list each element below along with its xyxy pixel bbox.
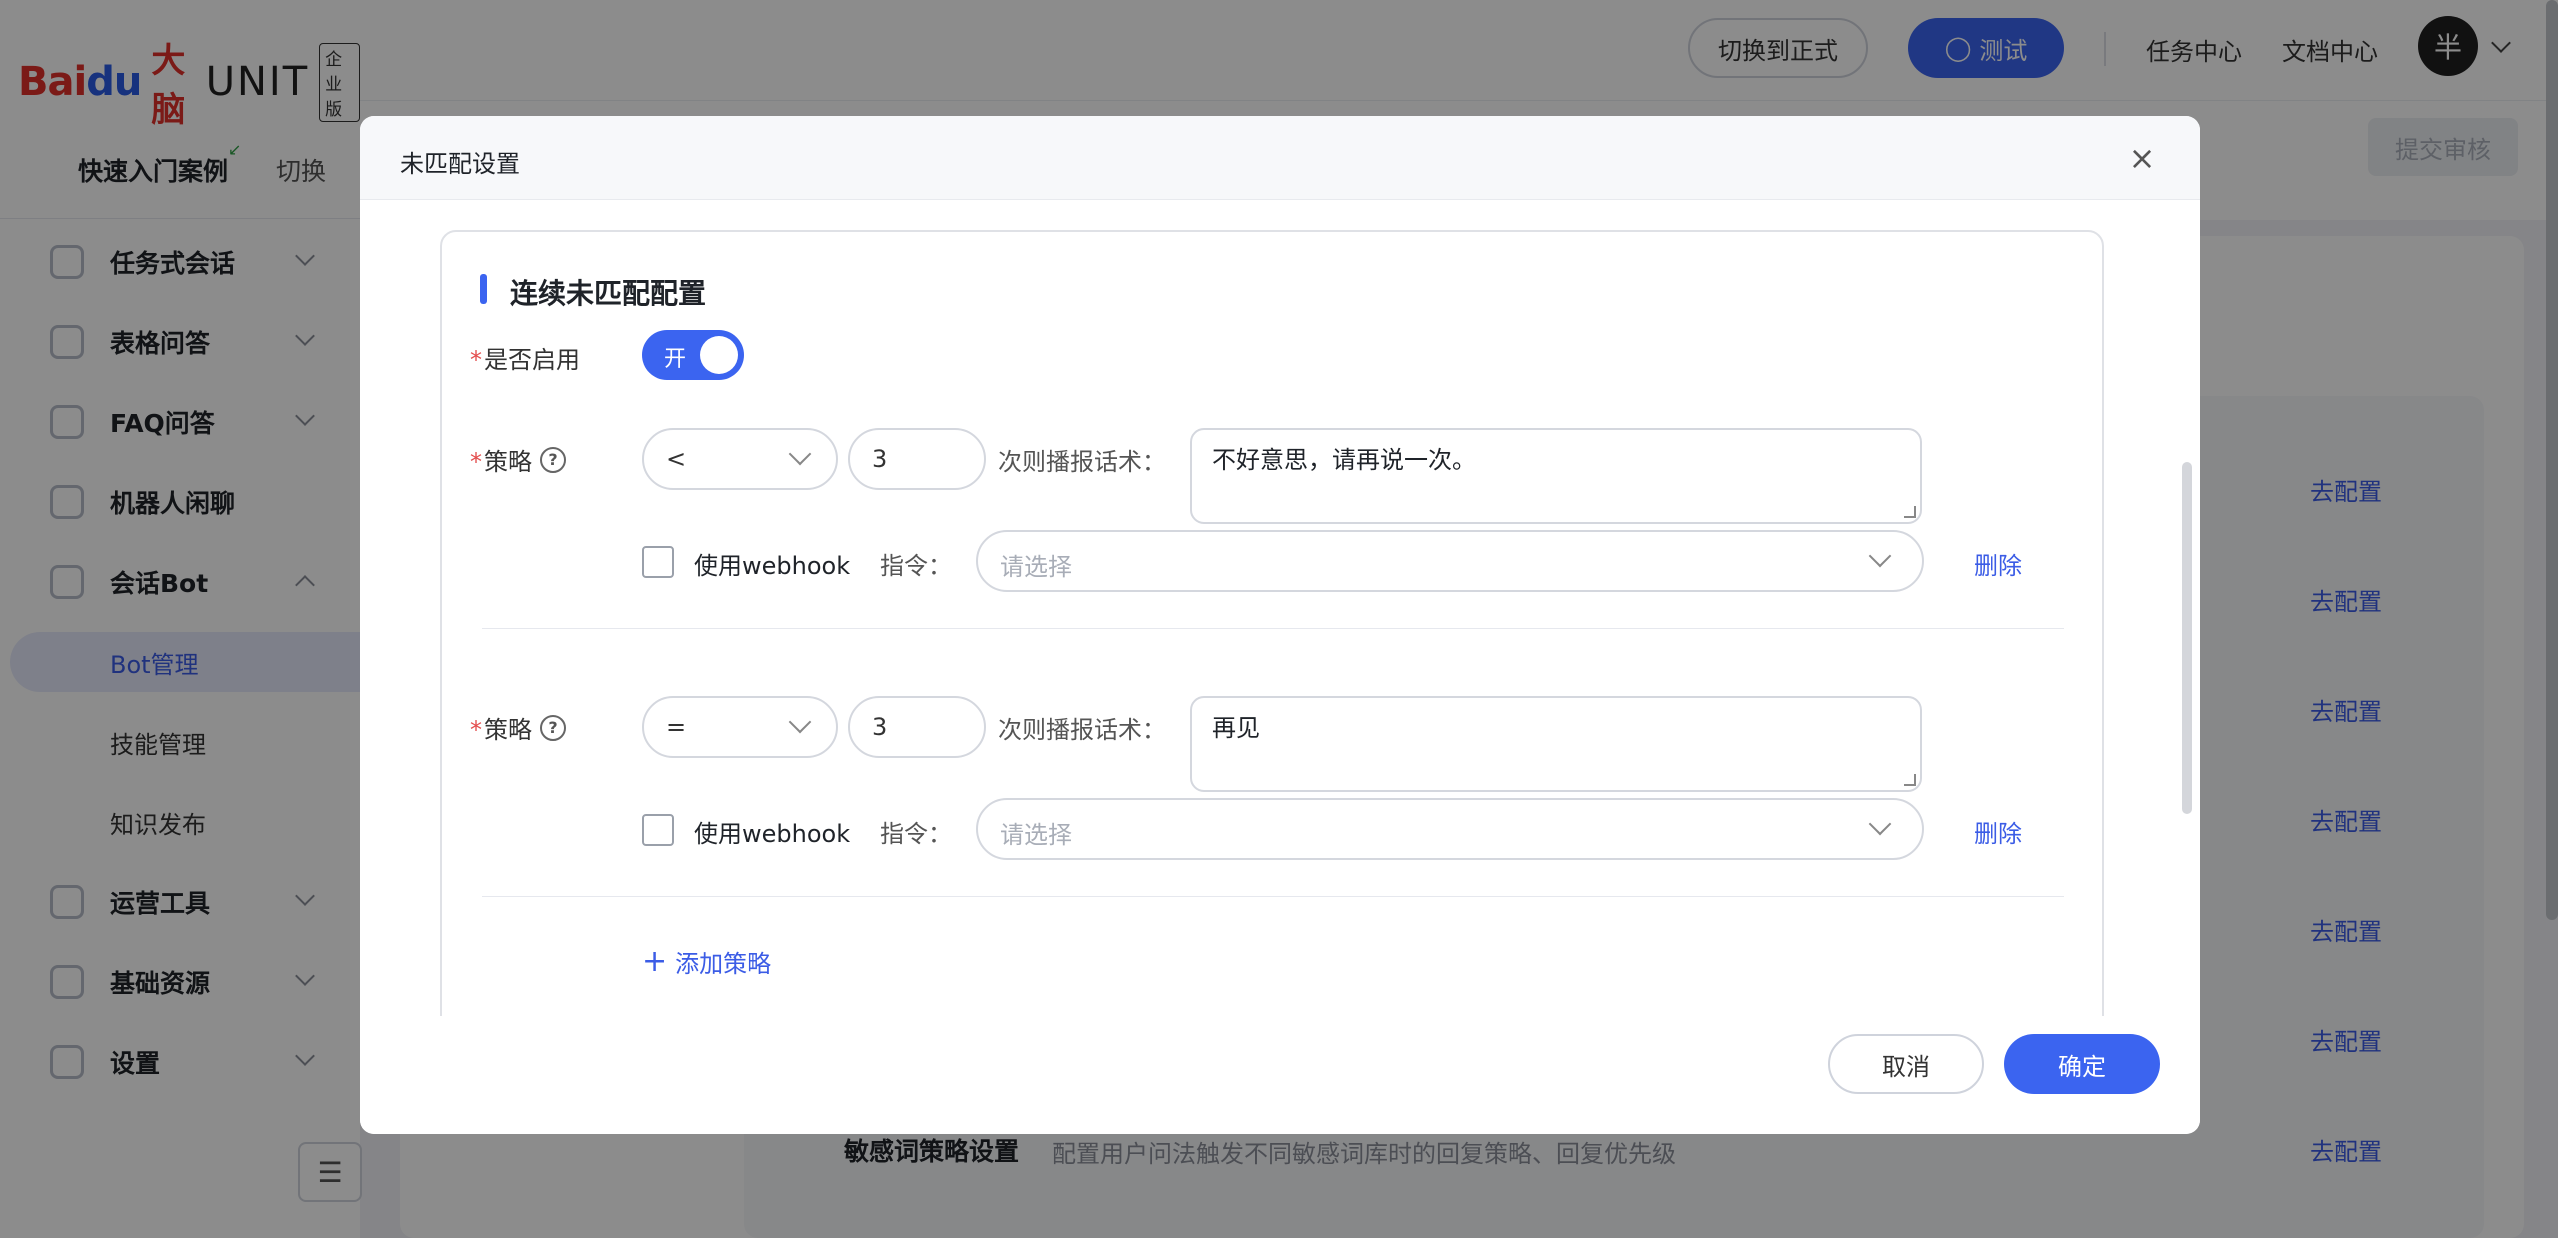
count-input[interactable]: 3 bbox=[848, 428, 986, 490]
webhook-label[interactable]: 使用webhook bbox=[694, 546, 850, 581]
resize-handle-icon[interactable] bbox=[1904, 774, 1916, 786]
speech-label: 次则播报话术： bbox=[998, 448, 1166, 476]
chevron-down-icon bbox=[1868, 544, 1892, 568]
confirm-button[interactable]: 确定 bbox=[2004, 1034, 2160, 1094]
modal-title: 未匹配设置 bbox=[400, 150, 520, 178]
add-strategy-button[interactable]: + 添加策略 bbox=[642, 944, 771, 979]
strategy-divider bbox=[482, 896, 2064, 897]
modal-footer: 取消 确定 bbox=[360, 1016, 2200, 1134]
webhook-label[interactable]: 使用webhook bbox=[694, 814, 850, 849]
help-icon[interactable]: ? bbox=[540, 446, 566, 473]
help-icon[interactable]: ? bbox=[540, 714, 566, 741]
speech-textarea[interactable]: 不好意思，请再说一次。 bbox=[1190, 428, 1922, 524]
speech-label: 次则播报话术： bbox=[998, 716, 1166, 744]
webhook-checkbox[interactable] bbox=[642, 814, 674, 846]
webhook-checkbox[interactable] bbox=[642, 546, 674, 578]
switch-knob bbox=[700, 336, 738, 374]
chevron-down-icon bbox=[788, 442, 812, 466]
enable-label: *是否启用 bbox=[470, 346, 580, 374]
operator-select[interactable]: = bbox=[642, 696, 838, 758]
operator-select[interactable]: < bbox=[642, 428, 838, 490]
section-title: 连续未匹配配置 bbox=[510, 277, 707, 310]
plus-icon: + bbox=[642, 943, 668, 979]
strategy-label: *策略 ? bbox=[470, 710, 566, 745]
cancel-button[interactable]: 取消 bbox=[1828, 1034, 1984, 1094]
resize-handle-icon[interactable] bbox=[1904, 506, 1916, 518]
modal-body: 连续未匹配配置 *是否启用 开 *策略 ? < 3 次则播报话术： 不好意思，请… bbox=[360, 200, 2200, 1016]
speech-textarea[interactable]: 再见 bbox=[1190, 696, 1922, 792]
chevron-down-icon bbox=[1868, 812, 1892, 836]
command-select[interactable]: 请选择 bbox=[976, 530, 1924, 592]
command-select[interactable]: 请选择 bbox=[976, 798, 1924, 860]
delete-strategy-link[interactable]: 删除 bbox=[1974, 814, 2022, 849]
modal-scrollbar[interactable] bbox=[2182, 462, 2192, 814]
strategy-divider bbox=[482, 628, 2064, 629]
close-icon[interactable]: × bbox=[2124, 139, 2160, 177]
modal-header: 未匹配设置 × bbox=[360, 116, 2200, 200]
section-accent-bar bbox=[480, 274, 487, 304]
command-label: 指令： bbox=[880, 820, 952, 848]
enable-switch[interactable]: 开 bbox=[642, 330, 744, 380]
delete-strategy-link[interactable]: 删除 bbox=[1974, 546, 2022, 581]
chevron-down-icon bbox=[788, 710, 812, 734]
strategy-label: *策略 ? bbox=[470, 442, 566, 477]
count-input[interactable]: 3 bbox=[848, 696, 986, 758]
command-label: 指令： bbox=[880, 552, 952, 580]
unmatched-settings-modal: 未匹配设置 × 连续未匹配配置 *是否启用 开 *策略 ? < 3 次则播报话术… bbox=[360, 116, 2200, 1134]
